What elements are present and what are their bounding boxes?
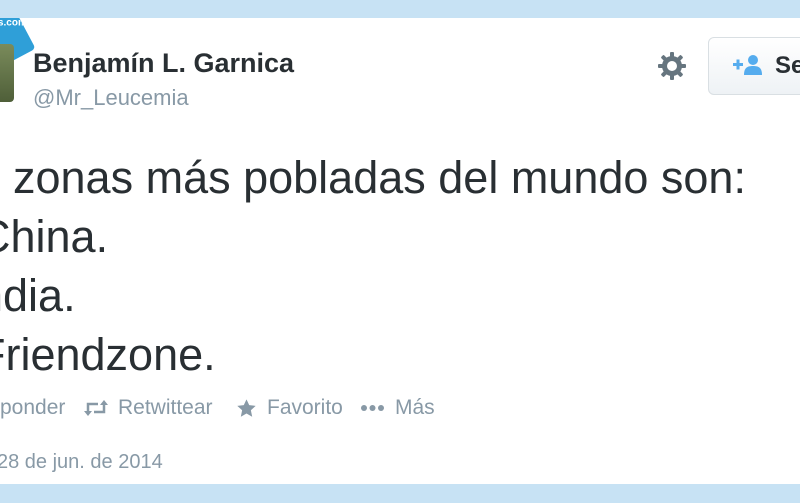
reply-button[interactable]: ponder <box>0 396 65 420</box>
retweet-button[interactable]: Retwittear <box>84 396 213 420</box>
settings-button[interactable] <box>656 50 688 82</box>
add-user-icon <box>733 55 762 75</box>
star-icon <box>237 398 256 417</box>
tweet-text: s zonas más pobladas del mundo son: Chin… <box>0 148 800 384</box>
tweet-date[interactable]: 28 de jun. de 2014 <box>0 451 163 474</box>
page-background: Ues.com Benjamín L. Garnica @Mr_Leucemia <box>0 0 800 503</box>
tweet-line: Friendzone. <box>0 329 216 380</box>
more-label: Más <box>395 396 435 419</box>
reply-label: ponder <box>0 396 66 419</box>
author-name[interactable]: Benjamín L. Garnica <box>33 48 294 79</box>
follow-button-label: Se <box>775 52 800 79</box>
more-button[interactable]: Más <box>360 396 435 420</box>
tweet-card: Ues.com Benjamín L. Garnica @Mr_Leucemia <box>0 18 800 484</box>
retweet-label: Retwittear <box>118 396 213 419</box>
gear-icon <box>658 52 686 80</box>
more-dots-icon <box>361 405 384 411</box>
tweet-line: s zonas más pobladas del mundo son: <box>0 152 746 203</box>
follow-button[interactable]: Se <box>708 37 800 95</box>
favorite-button[interactable]: Favorito <box>236 396 343 420</box>
avatar[interactable] <box>0 44 14 102</box>
tweet-actions: ponder Retwittear Favorito Más <box>0 396 800 426</box>
tweet-line: China. <box>0 211 109 262</box>
tweet-line: ndia. <box>0 270 76 321</box>
watermark-text: Ues.com <box>0 18 27 29</box>
author-handle[interactable]: @Mr_Leucemia <box>33 85 189 111</box>
favorite-label: Favorito <box>267 396 343 419</box>
retweet-icon <box>84 400 108 416</box>
